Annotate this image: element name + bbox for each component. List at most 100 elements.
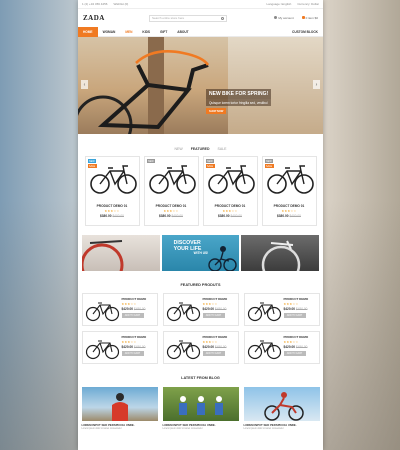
- featured-image[interactable]: [85, 296, 120, 323]
- language-select[interactable]: Language: English: [266, 2, 291, 6]
- new-badge: NEW: [205, 159, 215, 163]
- product-tabs: NEW FEATURED SALE: [78, 142, 323, 156]
- featured-card[interactable]: PRODUCT DEMO ★★★☆☆ $420.00 $450.00 ADD T…: [162, 331, 239, 364]
- hero-wall: [228, 37, 323, 134]
- featured-name[interactable]: PRODUCT DEMO: [203, 335, 236, 339]
- featured-name[interactable]: PRODUCT DEMO: [122, 335, 155, 339]
- add-to-cart-button[interactable]: ADD TO CART: [202, 313, 225, 318]
- product-price: $380.00 $400.00: [100, 214, 124, 218]
- nav-kids[interactable]: KIDS: [137, 27, 155, 37]
- featured-price: $420.00 $450.00: [283, 345, 308, 349]
- blog-post-title[interactable]: LOREM INPUT SED PERSPICCIA UNDE.: [82, 423, 158, 427]
- cart-button[interactable]: 0 item $0: [301, 16, 318, 20]
- add-to-cart-button[interactable]: ADD TO CART: [202, 351, 225, 356]
- product-image[interactable]: NEW SALE: [86, 157, 139, 195]
- featured-image[interactable]: [85, 334, 120, 361]
- blog-image[interactable]: [243, 387, 320, 421]
- product-card[interactable]: NEW SALE PRODUCT DEMO 01 ★★★☆☆ $380.00 $…: [84, 156, 140, 226]
- featured-price: $420.00 $450.00: [202, 307, 227, 311]
- tab-sale[interactable]: SALE: [218, 147, 227, 151]
- featured-name[interactable]: PRODUCT DEMO: [284, 297, 317, 301]
- store-page: 1 (2) +34 456 4456 Wishlist (0) Language…: [78, 0, 323, 450]
- featured-name[interactable]: PRODUCT DEMO: [203, 297, 236, 301]
- tab-new[interactable]: NEW: [175, 147, 183, 151]
- blog-list: LOREM INPUT SED PERSPICCIA UNDE. Lorem i…: [78, 387, 323, 430]
- featured-card[interactable]: PRODUCT DEMO ★★★☆☆ $420.00 $450.00 ADD T…: [81, 331, 158, 364]
- blog-image[interactable]: [81, 387, 158, 421]
- featured-image[interactable]: [166, 334, 201, 361]
- hero-title: NEW BIKE FOR SPRING!: [206, 89, 272, 99]
- header: ZADA Search entire store here My account…: [78, 9, 323, 27]
- blog-post[interactable]: LOREM INPUT SED PERSPICCIA UNDE. Lorem i…: [162, 387, 239, 430]
- featured-card[interactable]: PRODUCT DEMO ★★★☆☆ $420.00 $450.00 ADD T…: [81, 293, 158, 326]
- hero-subtitle: Quisque lorem tortor fringilla sed, vest…: [206, 99, 271, 106]
- promo-banner-center[interactable]: DISCOVER YOUR LIFE WITH US!: [161, 235, 240, 271]
- blog-post-meta: Lorem ipsum dolor sit amet consectetur: [243, 428, 284, 430]
- featured-price: $420.00 $450.00: [283, 307, 308, 311]
- search-icon[interactable]: [221, 16, 224, 20]
- featured-name[interactable]: PRODUCT DEMO: [122, 297, 155, 301]
- blog-post[interactable]: LOREM INPUT SED PERSPICCIA UNDE. Lorem i…: [81, 387, 158, 430]
- sale-badge: SALE: [264, 164, 274, 168]
- product-name[interactable]: PRODUCT DEMO 01: [215, 204, 246, 208]
- product-card[interactable]: NEW SALE PRODUCT DEMO 01 ★★★☆☆ $380.00 $…: [202, 156, 258, 226]
- blog-post-title[interactable]: LOREM INPUT SED PERSPICCIA UNDE.: [244, 423, 320, 427]
- search-input[interactable]: Search entire store here: [149, 14, 227, 22]
- featured-image[interactable]: [247, 334, 282, 361]
- product-name[interactable]: PRODUCT DEMO 01: [274, 204, 305, 208]
- nav-home[interactable]: HOME: [78, 26, 98, 37]
- tab-featured[interactable]: FEATURED: [191, 147, 210, 151]
- hero-prev-arrow[interactable]: ‹: [81, 80, 88, 89]
- rating-stars: ★★★☆☆: [121, 340, 137, 344]
- new-badge: NEW: [146, 159, 156, 163]
- new-badge: NEW: [87, 159, 97, 163]
- product-carousel: NEW SALE PRODUCT DEMO 01 ★★★☆☆ $380.00 $…: [78, 156, 323, 226]
- featured-image[interactable]: [247, 296, 282, 323]
- featured-card[interactable]: PRODUCT DEMO ★★★☆☆ $420.00 $450.00 ADD T…: [162, 293, 239, 326]
- nav-woman[interactable]: WOMAN: [98, 27, 121, 37]
- add-to-cart-button[interactable]: ADD TO CART: [283, 313, 306, 318]
- featured-price: $420.00 $450.00: [121, 307, 146, 311]
- wishlist-link[interactable]: Wishlist (0): [113, 2, 128, 6]
- nav-custom-block[interactable]: CUSTOM BLOCK: [287, 27, 323, 37]
- featured-price: $420.00 $450.00: [121, 345, 146, 349]
- rating-stars: ★★★☆☆: [121, 302, 137, 306]
- featured-title: FEATURED PRODUTS: [180, 283, 221, 287]
- featured-name[interactable]: PRODUCT DEMO: [284, 335, 317, 339]
- shop-now-button[interactable]: SHOP NOW: [206, 108, 227, 114]
- blog-post[interactable]: LOREM INPUT SED PERSPICCIA UNDE. Lorem i…: [243, 387, 320, 430]
- product-image[interactable]: NEW: [145, 157, 198, 195]
- account-link[interactable]: My account: [274, 16, 294, 20]
- rating-stars: ★★★☆☆: [283, 302, 299, 306]
- sale-badge: SALE: [87, 164, 97, 168]
- logo[interactable]: ZADA: [83, 14, 143, 22]
- add-to-cart-button[interactable]: ADD TO CART: [121, 313, 144, 318]
- product-name[interactable]: PRODUCT DEMO 01: [97, 204, 128, 208]
- rating-stars: ★★★☆☆: [222, 209, 238, 213]
- product-name[interactable]: PRODUCT DEMO 01: [156, 204, 187, 208]
- promo-banner-left[interactable]: [82, 235, 160, 271]
- nav-gift[interactable]: GIFT: [155, 27, 172, 37]
- add-to-cart-button[interactable]: ADD TO CART: [121, 351, 144, 356]
- product-image[interactable]: NEW SALE: [263, 157, 316, 195]
- promo-banner-right[interactable]: [241, 235, 320, 271]
- nav-men[interactable]: MEN: [120, 27, 137, 37]
- featured-card[interactable]: PRODUCT DEMO ★★★☆☆ $420.00 $450.00 ADD T…: [243, 293, 320, 326]
- product-card[interactable]: NEW PRODUCT DEMO 01 ★★★☆☆ $380.00 $400.0…: [143, 156, 199, 226]
- blog-image[interactable]: [162, 387, 239, 421]
- product-card[interactable]: NEW SALE PRODUCT DEMO 01 ★★★☆☆ $380.00 $…: [261, 156, 317, 226]
- promo-banners: DISCOVER YOUR LIFE WITH US!: [82, 235, 320, 271]
- rating-stars: ★★★☆☆: [104, 209, 120, 213]
- nav-about[interactable]: ABOUT: [172, 27, 193, 37]
- featured-grid: PRODUCT DEMO ★★★☆☆ $420.00 $450.00 ADD T…: [78, 293, 323, 364]
- currency-select[interactable]: Currency: Dollar: [297, 2, 319, 6]
- hero-next-arrow[interactable]: ›: [313, 80, 320, 89]
- blog-post-title[interactable]: LOREM INPUT SED PERSPICCIA UNDE.: [163, 423, 239, 427]
- cart-icon: [301, 16, 305, 19]
- featured-card[interactable]: PRODUCT DEMO ★★★☆☆ $420.00 $450.00 ADD T…: [243, 331, 320, 364]
- product-image[interactable]: NEW SALE: [204, 157, 257, 195]
- new-badge: NEW: [264, 159, 274, 163]
- rating-stars: ★★★☆☆: [281, 209, 297, 213]
- featured-image[interactable]: [166, 296, 201, 323]
- add-to-cart-button[interactable]: ADD TO CART: [283, 351, 306, 356]
